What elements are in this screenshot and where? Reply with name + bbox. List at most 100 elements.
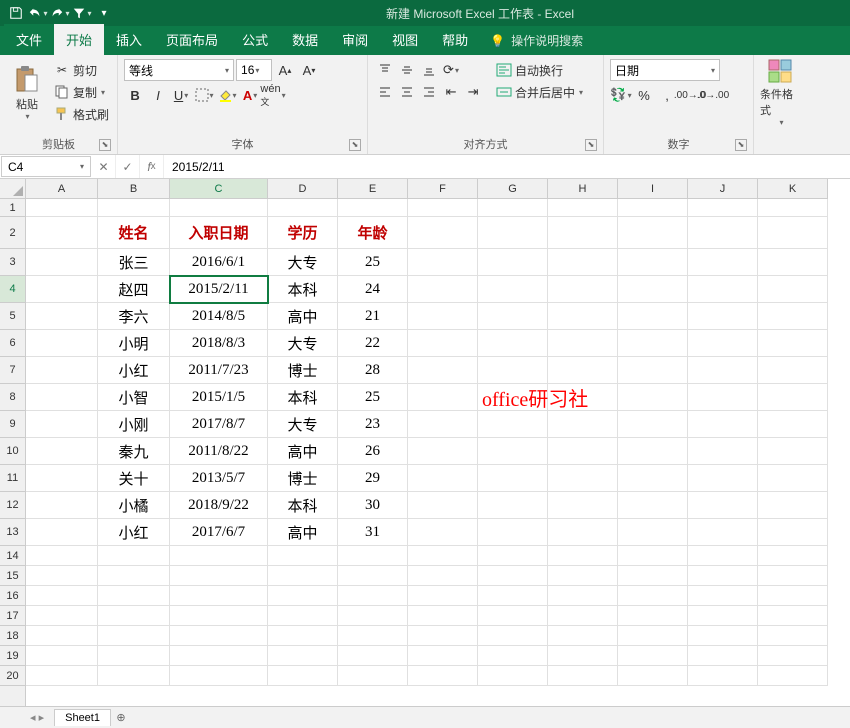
cell-I14[interactable] — [618, 546, 688, 566]
cell-G5[interactable] — [478, 303, 548, 330]
cell-K8[interactable] — [758, 384, 828, 411]
cell-B9[interactable]: 小刚 — [98, 411, 170, 438]
cell-E12[interactable]: 30 — [338, 492, 408, 519]
cell-B1[interactable] — [98, 199, 170, 217]
cell-J5[interactable] — [688, 303, 758, 330]
cell-A18[interactable] — [26, 626, 98, 646]
cell-A9[interactable] — [26, 411, 98, 438]
cell-D19[interactable] — [268, 646, 338, 666]
cell-E4[interactable]: 24 — [338, 276, 408, 303]
cell-E17[interactable] — [338, 606, 408, 626]
cell-B6[interactable]: 小明 — [98, 330, 170, 357]
cell-D8[interactable]: 本科 — [268, 384, 338, 411]
indent-decrease-button[interactable]: ⇤ — [440, 81, 462, 103]
cell-J11[interactable] — [688, 465, 758, 492]
row-header-2[interactable]: 2 — [0, 217, 25, 249]
format-painter-button[interactable]: 格式刷 — [52, 103, 111, 125]
cell-G11[interactable] — [478, 465, 548, 492]
cell-C14[interactable] — [170, 546, 268, 566]
cell-J9[interactable] — [688, 411, 758, 438]
cell-K14[interactable] — [758, 546, 828, 566]
cell-E10[interactable]: 26 — [338, 438, 408, 465]
cell-A10[interactable] — [26, 438, 98, 465]
col-header-H[interactable]: H — [548, 179, 618, 198]
cell-E16[interactable] — [338, 586, 408, 606]
cell-G2[interactable] — [478, 217, 548, 249]
cell-C15[interactable] — [170, 566, 268, 586]
cell-D10[interactable]: 高中 — [268, 438, 338, 465]
cell-K3[interactable] — [758, 249, 828, 276]
cell-C4[interactable]: 2015/2/11 — [170, 276, 268, 303]
cell-K18[interactable] — [758, 626, 828, 646]
cell-D7[interactable]: 博士 — [268, 357, 338, 384]
cell-I2[interactable] — [618, 217, 688, 249]
cell-B7[interactable]: 小红 — [98, 357, 170, 384]
cell-H8[interactable] — [548, 384, 618, 411]
font-launcher[interactable]: ⬊ — [349, 139, 361, 151]
cell-K11[interactable] — [758, 465, 828, 492]
cell-C9[interactable]: 2017/8/7 — [170, 411, 268, 438]
currency-button[interactable]: 💱▾ — [610, 84, 632, 106]
cell-J2[interactable] — [688, 217, 758, 249]
cell-F17[interactable] — [408, 606, 478, 626]
cell-A11[interactable] — [26, 465, 98, 492]
copy-button[interactable]: 复制▾ — [52, 81, 111, 103]
fill-color-button[interactable]: ▾ — [216, 84, 238, 106]
cell-I10[interactable] — [618, 438, 688, 465]
number-launcher[interactable]: ⬊ — [735, 139, 747, 151]
cell-K20[interactable] — [758, 666, 828, 686]
cell-G13[interactable] — [478, 519, 548, 546]
cell-I9[interactable] — [618, 411, 688, 438]
cell-C1[interactable] — [170, 199, 268, 217]
cell-F1[interactable] — [408, 199, 478, 217]
col-header-A[interactable]: A — [26, 179, 98, 198]
cell-E9[interactable]: 23 — [338, 411, 408, 438]
col-header-D[interactable]: D — [268, 179, 338, 198]
cell-H9[interactable] — [548, 411, 618, 438]
cell-G14[interactable] — [478, 546, 548, 566]
cell-I5[interactable] — [618, 303, 688, 330]
grow-font-button[interactable]: A▴ — [274, 59, 296, 81]
cell-B11[interactable]: 关十 — [98, 465, 170, 492]
cell-B12[interactable]: 小橘 — [98, 492, 170, 519]
sheet-add-button[interactable]: ⊕ — [111, 711, 131, 724]
cell-D2[interactable]: 学历 — [268, 217, 338, 249]
align-bottom-button[interactable] — [418, 59, 440, 81]
row-header-18[interactable]: 18 — [0, 626, 25, 646]
italic-button[interactable]: I — [147, 84, 169, 106]
cell-A12[interactable] — [26, 492, 98, 519]
row-header-13[interactable]: 13 — [0, 519, 25, 546]
cell-K7[interactable] — [758, 357, 828, 384]
cell-C5[interactable]: 2014/8/5 — [170, 303, 268, 330]
cell-F8[interactable] — [408, 384, 478, 411]
cell-C10[interactable]: 2011/8/22 — [170, 438, 268, 465]
cell-F10[interactable] — [408, 438, 478, 465]
row-header-17[interactable]: 17 — [0, 606, 25, 626]
cell-C18[interactable] — [170, 626, 268, 646]
cell-D20[interactable] — [268, 666, 338, 686]
cell-J1[interactable] — [688, 199, 758, 217]
tab-review[interactable]: 审阅 — [330, 24, 380, 55]
cell-B14[interactable] — [98, 546, 170, 566]
cell-H5[interactable] — [548, 303, 618, 330]
row-header-14[interactable]: 14 — [0, 546, 25, 566]
indent-increase-button[interactable]: ⇥ — [462, 81, 484, 103]
cell-D6[interactable]: 大专 — [268, 330, 338, 357]
alignment-launcher[interactable]: ⬊ — [585, 139, 597, 151]
cell-C20[interactable] — [170, 666, 268, 686]
cell-E15[interactable] — [338, 566, 408, 586]
cell-E14[interactable] — [338, 546, 408, 566]
tab-layout[interactable]: 页面布局 — [154, 24, 230, 55]
cell-K19[interactable] — [758, 646, 828, 666]
cell-D3[interactable]: 大专 — [268, 249, 338, 276]
cell-C11[interactable]: 2013/5/7 — [170, 465, 268, 492]
cell-D14[interactable] — [268, 546, 338, 566]
tab-formula[interactable]: 公式 — [230, 24, 280, 55]
qat-undo-icon[interactable]: ▾ — [28, 3, 48, 23]
cell-G9[interactable] — [478, 411, 548, 438]
cell-F20[interactable] — [408, 666, 478, 686]
cell-G20[interactable] — [478, 666, 548, 686]
cell-B8[interactable]: 小智 — [98, 384, 170, 411]
cell-C16[interactable] — [170, 586, 268, 606]
formula-input[interactable]: 2015/2/11 — [164, 155, 850, 178]
